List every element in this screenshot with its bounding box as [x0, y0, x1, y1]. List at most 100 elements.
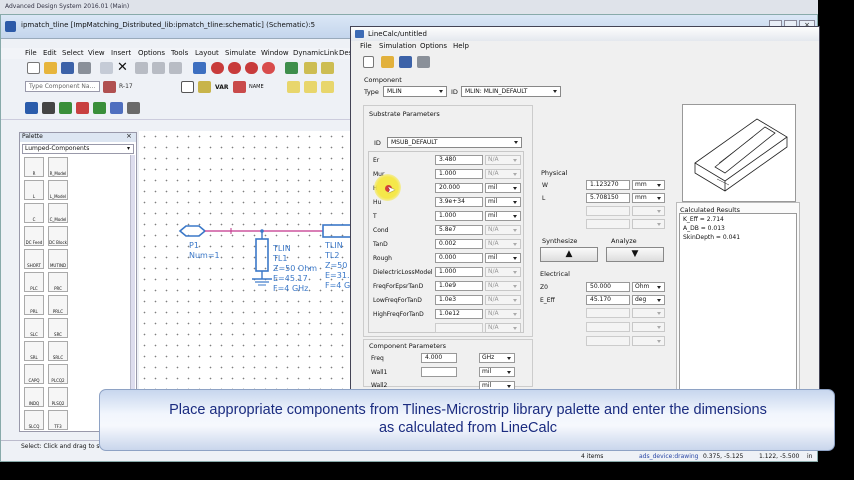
lc-save-icon[interactable]: [399, 56, 412, 68]
menu-window[interactable]: Window: [261, 49, 289, 57]
palette-item-indq[interactable]: INDQ: [24, 387, 44, 407]
palette-item-srlc[interactable]: SRLC: [48, 341, 68, 361]
name-label[interactable]: NAME: [249, 84, 264, 90]
palette-item-capq[interactable]: CAPQ: [24, 364, 44, 384]
param-high-freq-for-tand-unit[interactable]: N/A: [485, 309, 521, 319]
schematic-canvas[interactable]: P1 Num=1 TLIN TL1 Z=50 Ohm E=45.17 F=4 G…: [139, 131, 356, 431]
print-icon[interactable]: [78, 62, 91, 74]
param-dielectric-loss-model-unit[interactable]: N/A: [485, 267, 521, 277]
lc-menu-options[interactable]: Options: [420, 42, 447, 50]
port-icon[interactable]: [198, 81, 211, 93]
zoom-out-icon[interactable]: [245, 62, 258, 74]
palette-item-plc[interactable]: PLC: [24, 272, 44, 292]
component-b-icon[interactable]: [59, 102, 72, 114]
param-h-unit[interactable]: mil: [485, 183, 521, 193]
analyze-button[interactable]: ▼: [606, 247, 664, 262]
eeff-input[interactable]: 45.170: [586, 295, 630, 305]
param-tand-input[interactable]: 0.002: [435, 239, 483, 249]
component-f-icon[interactable]: [127, 102, 140, 114]
menu-edit[interactable]: Edit: [43, 49, 57, 57]
palette-library-select[interactable]: Lumped-Components ▾: [22, 144, 134, 154]
param-tand-unit[interactable]: N/A: [485, 239, 521, 249]
w-unit[interactable]: mm: [632, 180, 665, 190]
comp-wall1-input[interactable]: [421, 367, 457, 377]
comp-freq-input[interactable]: 4.000: [421, 353, 457, 363]
w-input[interactable]: 1.123270: [586, 180, 630, 190]
palette-item-l[interactable]: L: [24, 180, 44, 200]
component-c-icon[interactable]: [76, 102, 89, 114]
eeff-unit[interactable]: deg: [632, 295, 665, 305]
palette-item-mutind[interactable]: MUTIND: [48, 249, 68, 269]
lc-menu-simulation[interactable]: Simulation: [379, 42, 416, 50]
palette-item-c[interactable]: C: [24, 203, 44, 223]
palette-item-c-model[interactable]: C_Model: [48, 203, 68, 223]
param-er-input[interactable]: 3.480: [435, 155, 483, 165]
palette-scrollbar[interactable]: [130, 155, 135, 425]
palette-item-prl[interactable]: PRL: [24, 295, 44, 315]
param-h-input[interactable]: 20.000: [435, 183, 483, 193]
rotate-icon[interactable]: [169, 62, 182, 74]
param-cond-unit[interactable]: N/A: [485, 225, 521, 235]
palette-item-plcq2[interactable]: PLCQ2: [48, 364, 68, 384]
palette-item-l-model[interactable]: L_Model: [48, 180, 68, 200]
comp-wall1-unit[interactable]: mil: [479, 367, 515, 377]
menu-insert[interactable]: Insert: [111, 49, 131, 57]
component-a-icon[interactable]: [42, 102, 55, 114]
param-hu-unit[interactable]: mil: [485, 197, 521, 207]
param-blank-unit[interactable]: N/A: [485, 323, 521, 333]
param-blank-input[interactable]: [435, 323, 483, 333]
tune-icon[interactable]: [304, 81, 317, 93]
var-label[interactable]: VAR: [215, 84, 229, 91]
lc-menu-file[interactable]: File: [360, 42, 372, 50]
open-folder-icon[interactable]: [44, 62, 57, 74]
palette-item-short[interactable]: SHORT: [24, 249, 44, 269]
lc-menu-help[interactable]: Help: [453, 42, 469, 50]
component-library-icon[interactable]: [103, 81, 116, 93]
zoom-in-icon[interactable]: [228, 62, 241, 74]
wire-label-icon[interactable]: [233, 81, 246, 93]
palette-item-src[interactable]: SRC: [48, 318, 68, 338]
component-e-icon[interactable]: [110, 102, 123, 114]
synthesize-button[interactable]: ▲: [540, 247, 598, 262]
menu-layout[interactable]: Layout: [195, 49, 219, 57]
param-cond-input[interactable]: 5.8e7: [435, 225, 483, 235]
substrate-id-select[interactable]: MSUB_DEFAULT: [387, 137, 522, 148]
param-mur-unit[interactable]: N/A: [485, 169, 521, 179]
menu-simulate[interactable]: Simulate: [225, 49, 256, 57]
component-id-select[interactable]: MLIN: MLIN_DEFAULT: [461, 86, 561, 97]
param-t-unit[interactable]: mil: [485, 211, 521, 221]
param-freq-for-epsr-tand-input[interactable]: 1.0e9: [435, 281, 483, 291]
l-unit[interactable]: mm: [632, 193, 665, 203]
param-mur-input[interactable]: 1.000: [435, 169, 483, 179]
display-icon[interactable]: [25, 102, 38, 114]
menu-dynamiclink[interactable]: DynamicLink: [293, 49, 338, 57]
menu-select[interactable]: Select: [62, 49, 84, 57]
param-low-freq-for-tand-input[interactable]: 1.0e3: [435, 295, 483, 305]
param-dielectric-loss-model-input[interactable]: 1.000: [435, 267, 483, 277]
param-low-freq-for-tand-unit[interactable]: N/A: [485, 295, 521, 305]
palette-item-prc[interactable]: PRC: [48, 272, 68, 292]
param-high-freq-for-tand-input[interactable]: 1.0e12: [435, 309, 483, 319]
undo-icon[interactable]: [135, 62, 148, 74]
cursor-icon[interactable]: [100, 62, 113, 74]
param-freq-for-epsr-tand-unit[interactable]: N/A: [485, 281, 521, 291]
delete-icon[interactable]: ✕: [117, 60, 128, 75]
menu-tools[interactable]: Tools: [171, 49, 188, 57]
l-input[interactable]: 5.708150: [586, 193, 630, 203]
comp-freq-unit[interactable]: GHz: [479, 353, 515, 363]
move-icon[interactable]: [193, 62, 206, 74]
zoom-fit-icon[interactable]: [262, 62, 275, 74]
z0-unit[interactable]: Ohm: [632, 282, 665, 292]
type-select[interactable]: MLIN: [383, 86, 447, 97]
pop-icon[interactable]: [321, 62, 334, 74]
palette-item-srl[interactable]: SRL: [24, 341, 44, 361]
wire-icon[interactable]: [285, 62, 298, 74]
lc-new-icon[interactable]: [363, 56, 374, 68]
param-rough-input[interactable]: 0.000: [435, 253, 483, 263]
palette-item-prlc[interactable]: PRLC: [48, 295, 68, 315]
ground-icon[interactable]: [181, 81, 194, 93]
palette-item-plsq2[interactable]: PLSQ2: [48, 387, 68, 407]
zoom-area-icon[interactable]: [211, 62, 224, 74]
menu-view[interactable]: View: [88, 49, 105, 57]
redo-icon[interactable]: [152, 62, 165, 74]
